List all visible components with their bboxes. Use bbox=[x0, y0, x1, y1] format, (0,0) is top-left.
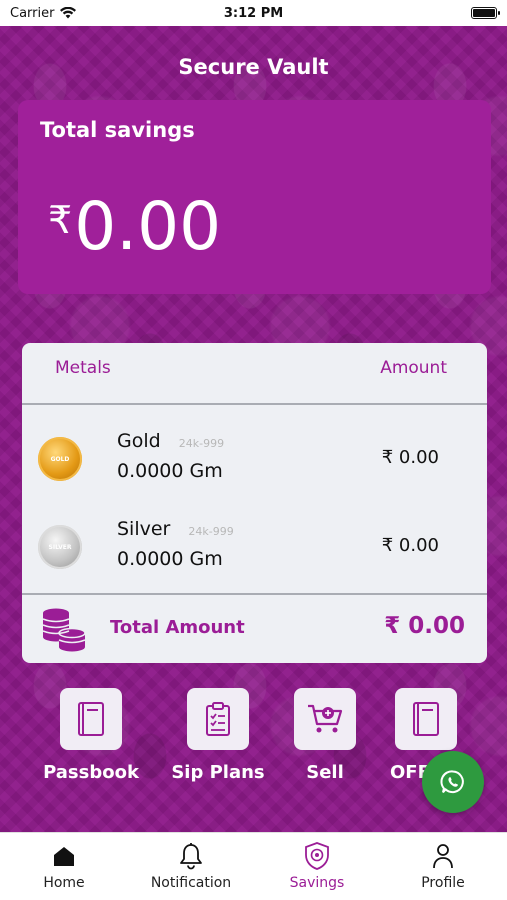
nav-label: Savings bbox=[289, 875, 345, 891]
home-icon bbox=[54, 847, 74, 866]
metal-name: Gold bbox=[117, 430, 161, 452]
savings-value: 0.00 bbox=[74, 188, 222, 265]
wifi-icon bbox=[60, 7, 77, 19]
status-bar: Carrier 3:12 PM bbox=[0, 0, 507, 26]
savings-amount: ₹ 0.00 bbox=[48, 188, 221, 265]
rupee-symbol: ₹ bbox=[48, 198, 73, 242]
page-title: Secure Vault bbox=[178, 55, 329, 79]
coins-stack-icon bbox=[42, 608, 86, 652]
quick-action-label: Sip Plans bbox=[171, 762, 265, 783]
quick-action-label: Passbook bbox=[43, 762, 139, 783]
metal-row-silver: SILVER Silver 24k-999 0.0000 Gm ₹ 0.00 bbox=[22, 505, 487, 593]
person-icon bbox=[433, 844, 453, 869]
bottom-nav: Home Notification Savings Profile bbox=[0, 832, 507, 900]
status-time: 3:12 PM bbox=[223, 5, 284, 21]
nav-item-notification[interactable]: Notification bbox=[146, 841, 236, 891]
carrier-label: Carrier bbox=[10, 5, 55, 21]
quick-action-label: Sell bbox=[306, 762, 344, 783]
total-amount-row: Total Amount ₹ 0.00 bbox=[22, 593, 487, 663]
total-amount-label: Total Amount bbox=[110, 617, 245, 638]
nav-item-savings[interactable]: Savings bbox=[282, 841, 352, 891]
silver-coin-icon: SILVER bbox=[38, 525, 82, 569]
total-savings-card: Total savings ₹ 0.00 bbox=[18, 100, 491, 294]
metal-amount: ₹ 0.00 bbox=[381, 447, 439, 468]
whatsapp-icon bbox=[440, 770, 464, 794]
nav-item-home[interactable]: Home bbox=[38, 841, 90, 891]
clipboard-icon bbox=[206, 702, 230, 736]
sell-button[interactable]: Sell bbox=[294, 688, 356, 783]
bell-icon bbox=[180, 843, 202, 870]
metal-amount: ₹ 0.00 bbox=[381, 535, 439, 556]
battery-icon bbox=[471, 7, 500, 19]
book-icon bbox=[78, 702, 104, 736]
metal-row-gold: GOLD Gold 24k-999 0.0000 Gm ₹ 0.00 bbox=[22, 417, 487, 505]
nav-item-profile[interactable]: Profile bbox=[414, 841, 472, 891]
metals-header: Metals Amount bbox=[22, 343, 487, 405]
metal-purity: 24k-999 bbox=[178, 437, 225, 450]
metal-name: Silver bbox=[117, 518, 171, 540]
amount-column-header: Amount bbox=[380, 358, 447, 378]
sip-plans-button[interactable]: Sip Plans bbox=[170, 688, 266, 783]
total-amount-value: ₹ 0.00 bbox=[384, 613, 465, 639]
gold-coin-icon: GOLD bbox=[38, 437, 82, 481]
metals-column-header: Metals bbox=[55, 358, 111, 378]
cart-icon bbox=[308, 704, 343, 733]
metal-quantity: 0.0000 Gm bbox=[117, 548, 223, 570]
savings-title: Total savings bbox=[40, 118, 195, 142]
shield-icon bbox=[305, 842, 329, 870]
nav-label: Notification bbox=[150, 875, 232, 891]
book-icon bbox=[413, 702, 439, 736]
nav-label: Profile bbox=[421, 875, 465, 891]
passbook-button[interactable]: Passbook bbox=[42, 688, 140, 783]
metal-quantity: 0.0000 Gm bbox=[117, 460, 223, 482]
whatsapp-button[interactable] bbox=[422, 751, 484, 813]
metals-card: Metals Amount GOLD Gold 24k-999 0.0000 G… bbox=[22, 343, 487, 663]
nav-label: Home bbox=[43, 875, 85, 891]
metal-purity: 24k-999 bbox=[188, 525, 234, 538]
